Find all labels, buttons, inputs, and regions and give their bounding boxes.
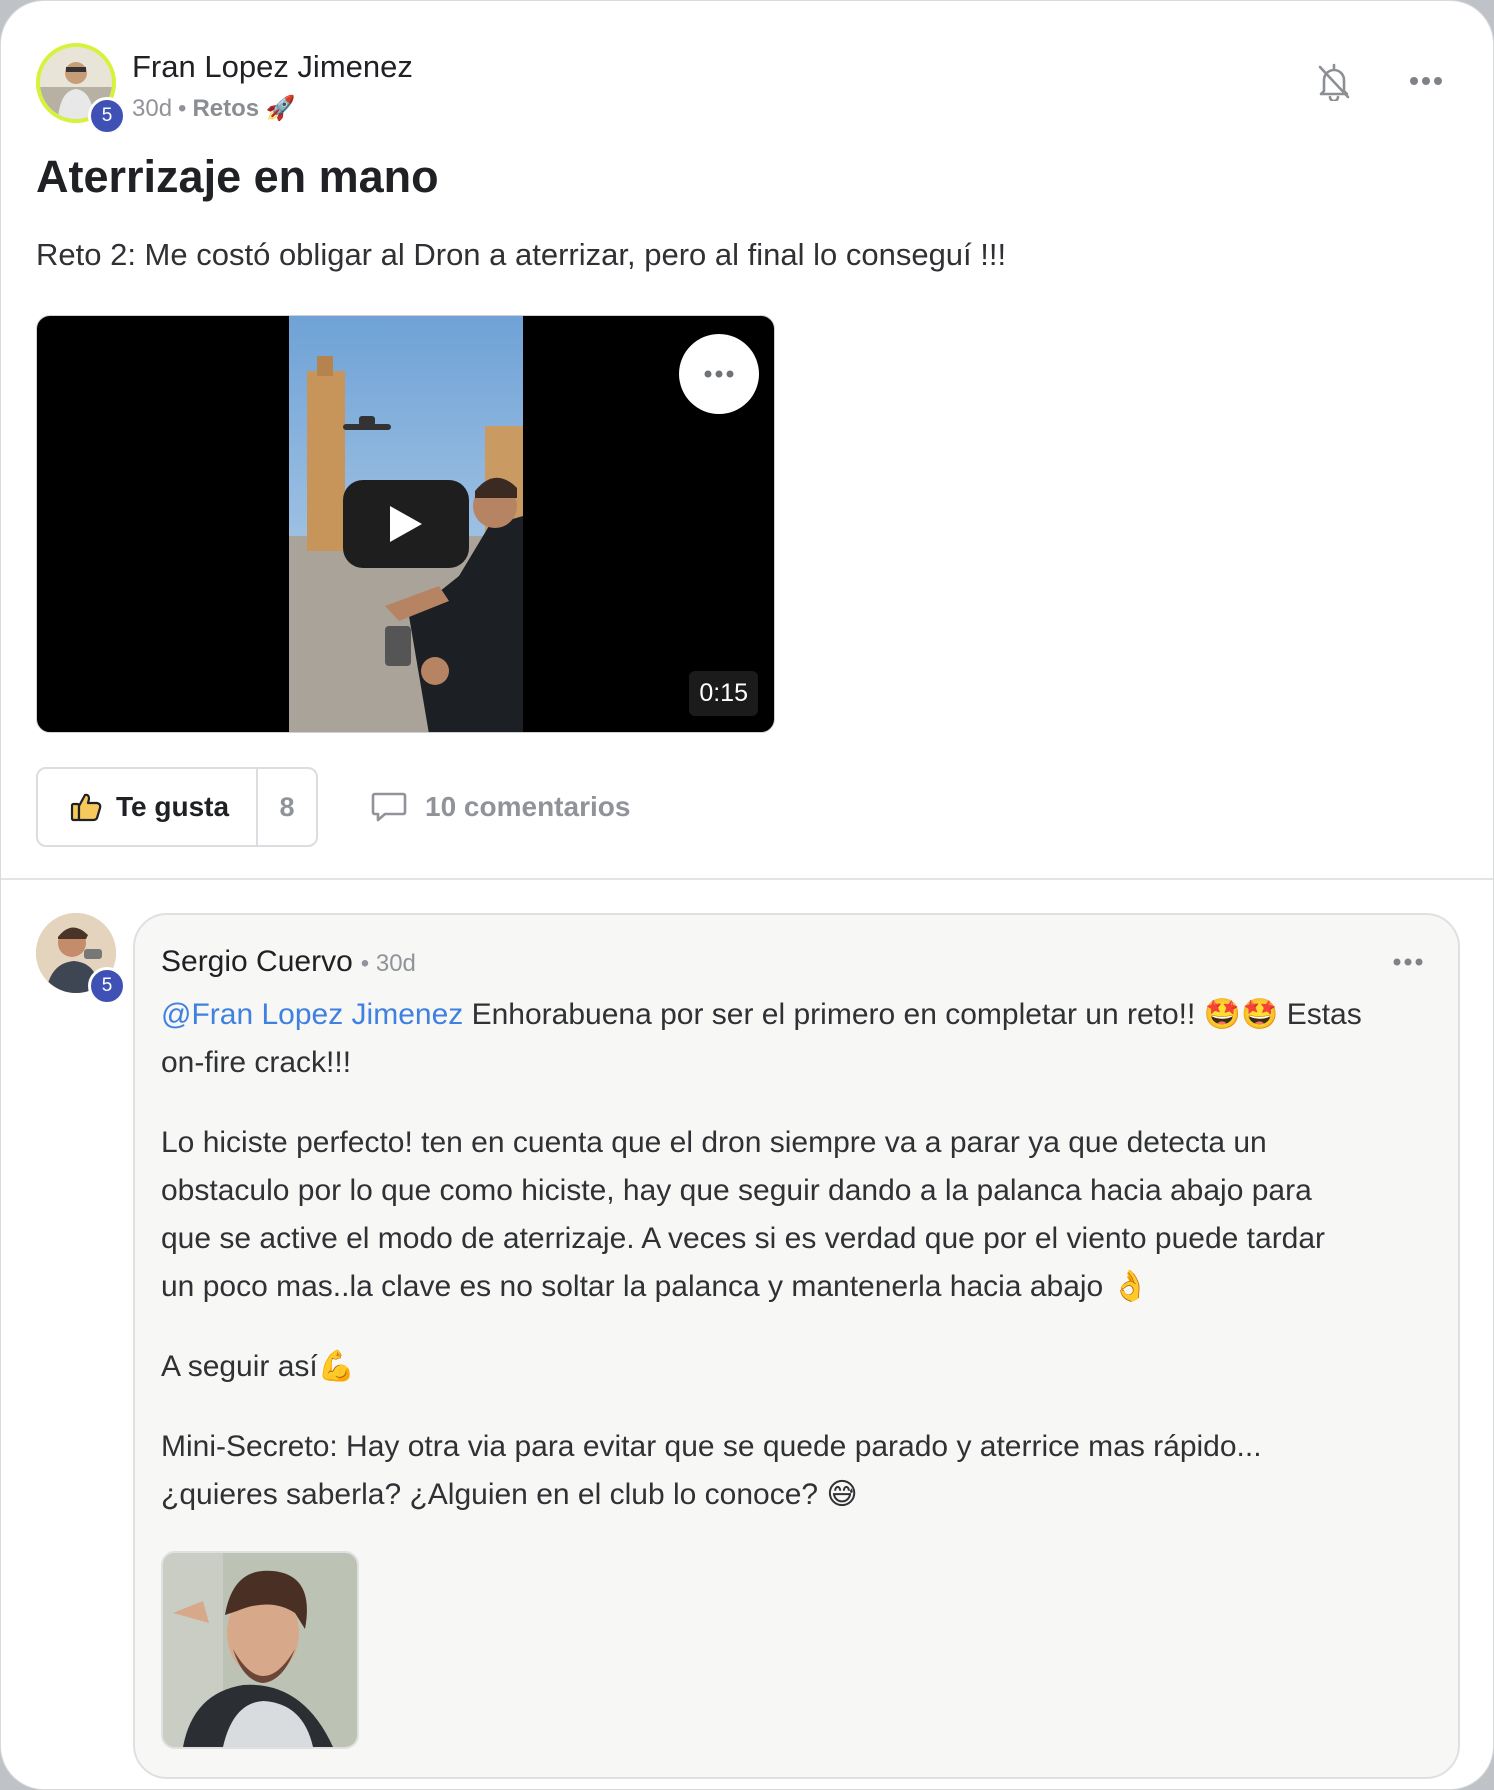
comment-bubble-icon xyxy=(371,792,407,822)
comment-line: A seguir así💪 xyxy=(161,1350,356,1383)
more-horizontal-icon xyxy=(1393,958,1423,966)
comment-line: Mini-Secreto: Hay otra via para evitar q… xyxy=(161,1430,1262,1463)
post-time: 30d xyxy=(132,95,173,122)
comment-paragraph: @Fran Lopez Jimenez Enhorabuena por ser … xyxy=(161,991,1441,1087)
mention-link[interactable]: @Fran Lopez Jimenez xyxy=(161,998,463,1031)
meta-separator: • xyxy=(178,95,187,122)
like-group: Te gusta 8 xyxy=(36,767,318,847)
comment-line: on-fire crack!!! xyxy=(161,1046,352,1079)
comments-button[interactable]: 10 comentarios xyxy=(371,787,630,827)
post-meta: 30d • Retos 🚀 xyxy=(132,94,296,123)
video-duration: 0:15 xyxy=(689,671,758,716)
play-button[interactable] xyxy=(343,480,469,568)
play-icon xyxy=(390,506,422,542)
header-actions xyxy=(1314,61,1446,101)
post-category[interactable]: Retos 🚀 xyxy=(192,95,295,122)
commenter-avatar[interactable]: 5 xyxy=(36,913,126,1005)
bell-off-icon[interactable] xyxy=(1314,61,1354,101)
video-more-button[interactable] xyxy=(679,334,759,414)
comment-line: que se active el modo de aterrizaje. A v… xyxy=(161,1222,1326,1255)
divider xyxy=(1,878,1493,880)
post-header: 5 Fran Lopez Jimenez 30d • Retos 🚀 xyxy=(36,43,1446,135)
like-label: Te gusta xyxy=(116,791,230,822)
more-horizontal-icon[interactable] xyxy=(1406,61,1446,101)
author-name[interactable]: Fran Lopez Jimenez xyxy=(132,49,413,85)
comment-line: Lo hiciste perfecto! ten en cuenta que e… xyxy=(161,1126,1267,1159)
comment-paragraph: A seguir así💪 xyxy=(161,1343,1441,1391)
author-avatar[interactable]: 5 xyxy=(36,43,126,135)
like-count[interactable]: 8 xyxy=(256,769,316,845)
thumbs-up-icon xyxy=(70,793,102,822)
comment-text: @Fran Lopez Jimenez Enhorabuena por ser … xyxy=(161,991,1441,1551)
level-badge: 5 xyxy=(88,967,126,1005)
post-title: Aterrizaje en mano xyxy=(36,151,439,202)
comment-header: Sergio Cuervo • 30d xyxy=(161,945,416,979)
comment-line: obstaculo por lo que como hiciste, hay q… xyxy=(161,1174,1312,1207)
comment-gif-image[interactable] xyxy=(161,1551,359,1749)
comment-time-value: 30d xyxy=(375,950,416,977)
video-player[interactable]: 0:15 xyxy=(36,315,775,733)
comment-paragraph: Lo hiciste perfecto! ten en cuenta que e… xyxy=(161,1119,1441,1311)
comment-bubble: Sergio Cuervo • 30d @Fran Lopez Jimenez E… xyxy=(133,913,1460,1779)
comment-author[interactable]: Sergio Cuervo xyxy=(161,945,353,978)
comment-line: ¿quieres saberla? ¿Alguien en el club lo… xyxy=(161,1478,858,1511)
comments-count-label: 10 comentarios xyxy=(425,791,631,822)
comment-time: • 30d xyxy=(360,950,416,977)
more-horizontal-icon xyxy=(704,370,734,378)
comment-paragraph: Mini-Secreto: Hay otra via para evitar q… xyxy=(161,1423,1441,1519)
comment-line: Enhorabuena por ser el primero en comple… xyxy=(463,998,1362,1031)
comment-more-button[interactable] xyxy=(1388,947,1428,977)
post-card: 5 Fran Lopez Jimenez 30d • Retos 🚀 Aterriz… xyxy=(0,0,1494,1790)
like-button[interactable]: Te gusta xyxy=(38,769,256,845)
level-badge: 5 xyxy=(88,97,126,135)
comment-line: un poco mas..la clave es no soltar la pa… xyxy=(161,1270,1149,1303)
post-body: Reto 2: Me costó obligar al Dron a aterr… xyxy=(36,237,1007,272)
